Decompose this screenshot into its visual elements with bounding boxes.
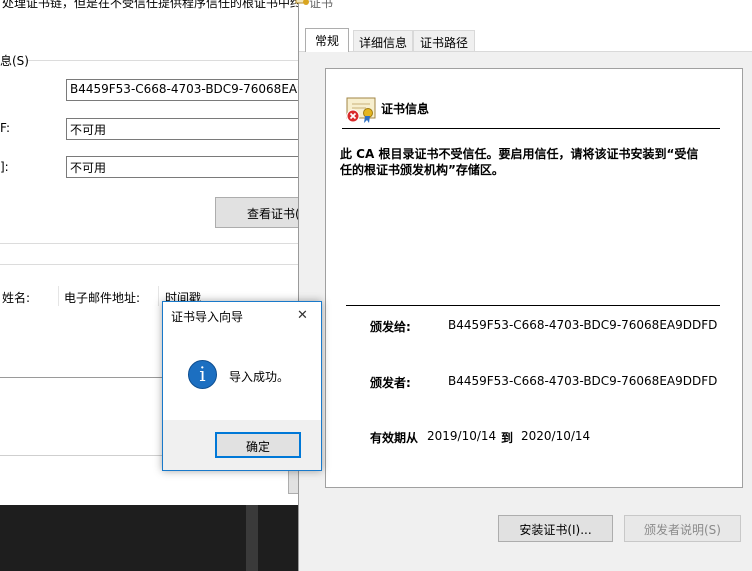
issued-by-label: 颁发者: [370, 376, 411, 390]
trust-warning-line-1: 此 CA 根目录证书不受信任。要启用信任，请将该证书安装到“受信 [340, 147, 699, 161]
tab-general[interactable]: 常规 [305, 28, 349, 52]
issued-to-value: B4459F53-C668-4703-BDC9-76068EA9DDFD [448, 318, 718, 332]
signer-info-group-label: 息(S) [0, 54, 29, 68]
certificate-info-panel: 证书信息 此 CA 根目录证书不受信任。要启用信任，请将该证书安装到“受信 任的… [325, 68, 743, 488]
view-certificate-button[interactable]: 查看证书( [215, 197, 298, 228]
email-label: F: [0, 121, 11, 135]
email-field[interactable]: 不可用 [66, 118, 298, 140]
dialog-titlebar[interactable]: 证书导入向导 ✕ [163, 302, 321, 330]
validity-label: 有效期从 [370, 431, 419, 445]
issued-by-value: B4459F53-C668-4703-BDC9-76068EA9DDFD [448, 374, 718, 388]
info-icon: i [188, 360, 217, 389]
chain-warning-text: 处理证书链，但是在不受信任提供程序信任的根证书中终 [2, 0, 298, 10]
section-divider-1 [0, 243, 298, 244]
taskbar-divider [246, 505, 258, 571]
details-button-partial[interactable] [288, 468, 298, 494]
signing-time-label: ]: [0, 160, 9, 174]
group-divider [28, 60, 298, 61]
dialog-title: 证书导入向导 [171, 310, 244, 324]
tab-details[interactable]: 详细信息 [353, 30, 413, 52]
signing-time-field[interactable]: 不可用 [66, 156, 298, 178]
column-header-name[interactable]: 姓名: [2, 289, 30, 306]
signature-details-window: 处理证书链，但是在不受信任提供程序信任的根证书中终 息(S) B4459F53-… [0, 0, 298, 571]
valid-from-value: 2019/10/14 [427, 429, 497, 443]
signer-name-field[interactable]: B4459F53-C668-4703-BDC9-76068EA9D [66, 79, 298, 101]
certificate-window: 证书 常规 详细信息 证书路径 证书信息 此 CA 根目录证书不受信任。要启用信… [295, 0, 752, 571]
window-title: 证书 [309, 0, 334, 10]
ok-button[interactable]: 确定 [215, 432, 301, 458]
close-icon[interactable]: ✕ [297, 308, 308, 323]
trust-warning-line-2: 任的根证书颁发机构”存储区。 [340, 163, 504, 177]
column-header-email[interactable]: 电子邮件地址: [64, 289, 140, 306]
heading-rule [342, 128, 720, 129]
issued-to-label: 颁发给: [370, 320, 411, 334]
tab-cert-path[interactable]: 证书路径 [413, 30, 475, 52]
certificate-info-heading: 证书信息 [381, 102, 430, 116]
import-wizard-dialog: 证书导入向导 ✕ i 导入成功。 确定 [162, 301, 322, 471]
untrusted-certificate-icon [344, 95, 378, 128]
install-certificate-button[interactable]: 安装证书(I)... [498, 515, 613, 542]
section-divider-2 [0, 264, 298, 265]
import-success-message: 导入成功。 [229, 370, 290, 384]
issuer-statement-button[interactable]: 颁发者说明(S) [624, 515, 741, 542]
validity-to-label: 到 [501, 431, 514, 445]
valid-to-value: 2020/10/14 [521, 429, 591, 443]
details-rule [346, 305, 720, 306]
